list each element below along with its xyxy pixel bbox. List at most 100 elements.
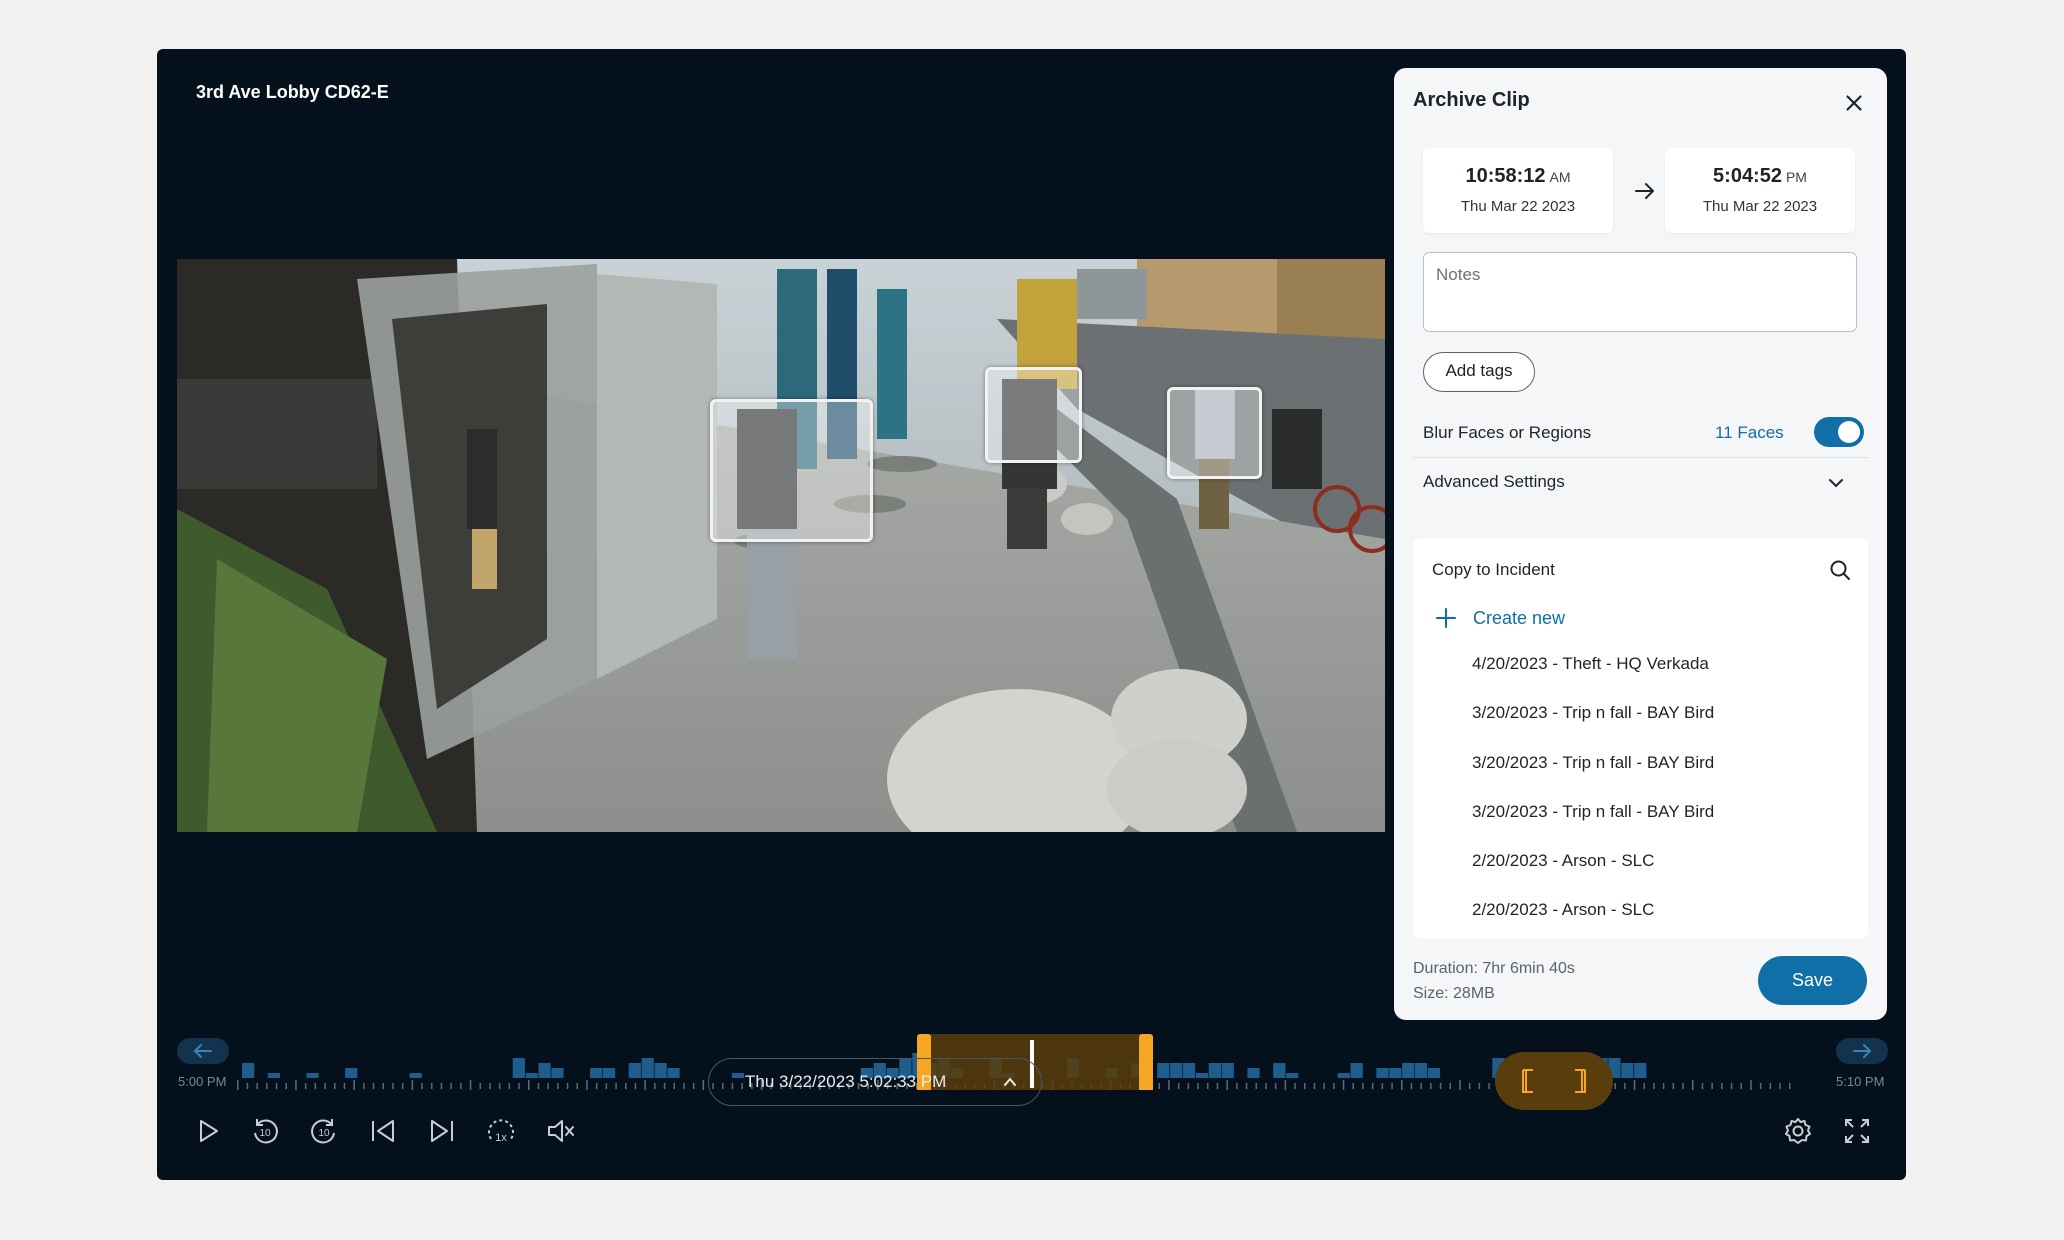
timeline-tick [1294,1083,1296,1089]
face-blur-region[interactable] [985,367,1082,463]
advanced-settings-label: Advanced Settings [1423,472,1565,491]
gear-icon[interactable] [1782,1115,1814,1147]
activity-bar [1195,1073,1209,1078]
search-icon[interactable] [1828,558,1852,582]
panel-title: Archive Clip [1413,89,1530,111]
timeline-tick [343,1083,346,1089]
timeline-tick [528,1080,530,1090]
mark-out-icon[interactable] [1565,1066,1595,1096]
start-time: 10:58:12 [1465,165,1546,187]
mute-icon[interactable] [545,1115,577,1147]
archive-clip-panel: Archive Clip 10:58:12 AM Thu Mar 22 2023 … [1394,68,1887,1020]
timeline-tick [295,1080,297,1090]
fullscreen-icon[interactable] [1841,1115,1873,1147]
mark-in-icon[interactable] [1513,1066,1543,1096]
incident-item[interactable]: 4/20/2023 - Theft - HQ Verkada [1472,654,1714,703]
add-tags-button[interactable]: Add tags [1423,352,1535,392]
timeline-tick [586,1080,588,1090]
timeline-tick [673,1083,675,1089]
activity-bar [525,1073,538,1078]
selection-end-handle[interactable] [1139,1034,1153,1090]
activity-bar [1157,1063,1170,1078]
start-time-card[interactable]: 10:58:12 AM Thu Mar 22 2023 [1423,148,1613,233]
timeline-tick [1284,1080,1287,1090]
timeline-tick [1168,1080,1170,1090]
create-new-label: Create new [1473,608,1566,628]
activity-bar [1376,1068,1389,1078]
timeline-tick [450,1083,452,1089]
incident-item[interactable]: 3/20/2023 - Trip n fall - BAY Bird [1472,703,1714,752]
timeline-tick [353,1080,355,1090]
end-time: 5:04:52 [1713,165,1782,187]
rewind-label: 10 [259,1128,271,1139]
timeline-tick [692,1083,695,1089]
face-blur-region[interactable] [710,399,873,542]
activity-bar [628,1063,641,1078]
timeline-tick [1410,1083,1413,1089]
timeline-tick [1333,1083,1335,1089]
activity-bar [654,1063,667,1078]
faces-count[interactable]: 11 Faces [1715,423,1784,443]
timeline-tick [1662,1083,1665,1089]
incident-item[interactable]: 2/20/2023 - Arson - SLC [1472,851,1714,900]
timeline-tick [334,1083,336,1089]
timeline-tick [431,1083,433,1089]
blur-toggle[interactable] [1814,417,1864,447]
video-scene [177,259,1385,832]
timeline-tick [1265,1083,1267,1089]
activity-bar [267,1073,281,1078]
timeline-tick [1672,1083,1675,1089]
timeline-forward-button[interactable] [1836,1038,1888,1064]
activity-bar [512,1058,525,1078]
save-button[interactable]: Save [1758,956,1867,1005]
advanced-settings-row[interactable]: Advanced Settings [1423,461,1860,507]
video-frame[interactable] [177,259,1385,832]
timeline-tick [460,1083,462,1089]
plus-icon [1436,608,1456,628]
current-date-time: Thu 3/22/2023 5:02:33 PM [745,1072,947,1091]
start-date: Thu Mar 22 2023 [1460,198,1576,215]
start-ampm: AM [1549,169,1571,185]
timeline-tick [634,1083,637,1089]
date-time-selector[interactable]: Thu 3/22/2023 5:02:33 PM [708,1058,1042,1106]
timeline-tick [557,1083,559,1089]
activity-bar [1221,1063,1234,1078]
camera-name: 3rd Ave Lobby CD62-E [196,82,389,102]
step-back-icon[interactable] [367,1115,399,1147]
timeline-tick [1352,1083,1354,1089]
blur-faces-row: Blur Faces or Regions 11 Faces [1423,410,1864,456]
timeline-tick [518,1083,520,1089]
notes-placeholder: Notes [1436,265,1481,284]
step-forward-icon[interactable] [426,1115,458,1147]
activity-bar [1208,1063,1221,1078]
activity-bar [1286,1073,1299,1078]
close-icon[interactable] [1841,90,1867,116]
blur-label: Blur Faces or Regions [1423,423,1592,442]
face-blur-region[interactable] [1167,387,1262,479]
copy-to-incident-card: Copy to Incident Create new 4/20/2023 - … [1413,538,1868,938]
incident-item[interactable]: 2/20/2023 - Arson - SLC [1472,900,1714,938]
end-time-card[interactable]: 5:04:52 PM Thu Mar 22 2023 [1665,148,1855,233]
timeline-tick [1420,1083,1422,1089]
timeline-tick [1789,1083,1791,1089]
activity-bar [1247,1068,1260,1078]
incident-item[interactable]: 3/20/2023 - Trip n fall - BAY Bird [1472,753,1714,802]
activity-bar [1427,1068,1441,1078]
timeline-tick [625,1083,627,1089]
timeline-tick [498,1083,501,1089]
play-icon[interactable] [192,1115,224,1147]
notes-field[interactable]: Notes [1423,252,1857,332]
timeline-tick [683,1083,685,1089]
rewind-10-icon[interactable]: 10 [249,1115,281,1147]
activity-bar [667,1068,680,1078]
forward-10-icon[interactable]: 10 [308,1115,340,1147]
timeline-tick [1449,1083,1451,1089]
timeline-tick [1721,1083,1723,1089]
clip-duration: Duration: 7hr 6min 40s [1413,960,1575,977]
timeline-tick [1245,1083,1248,1089]
timeline-back-button[interactable] [177,1038,229,1064]
playback-speed-icon[interactable]: 1x [485,1115,517,1147]
timeline-tick [1468,1083,1471,1089]
activity-bar [1414,1063,1428,1078]
incident-item[interactable]: 3/20/2023 - Trip n fall - BAY Bird [1472,802,1714,851]
